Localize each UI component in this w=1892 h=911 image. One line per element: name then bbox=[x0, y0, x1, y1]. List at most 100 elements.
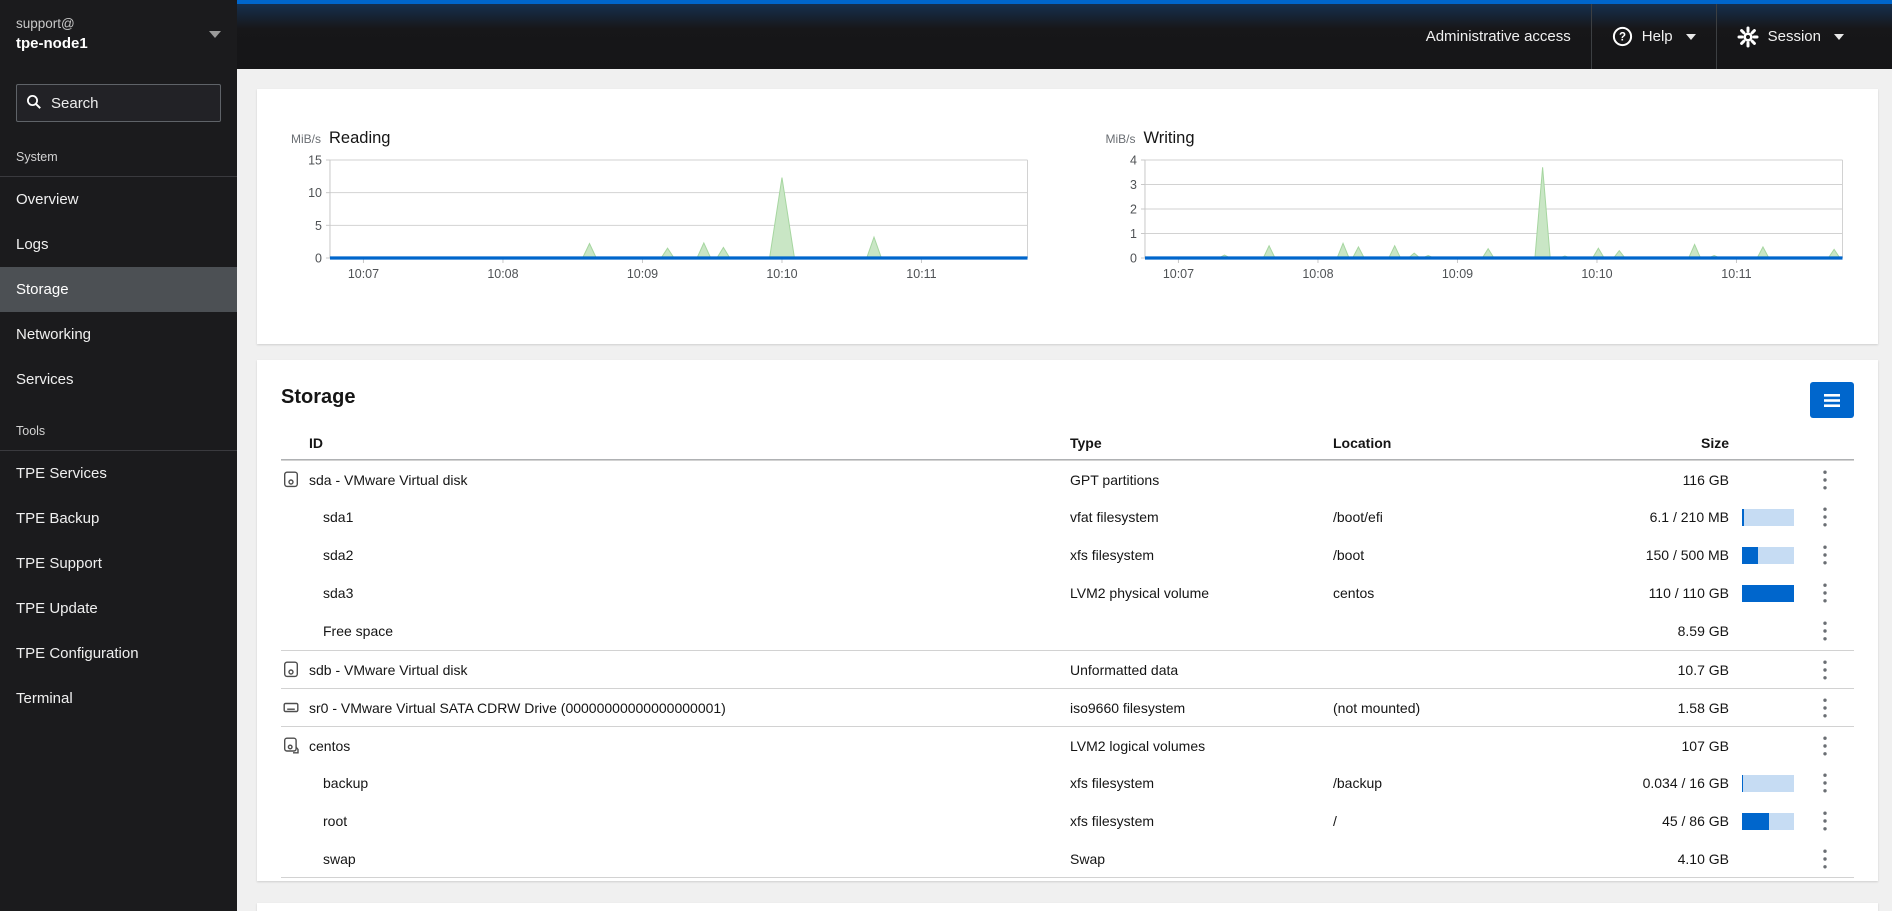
sidebar-item-tpe-support[interactable]: TPE Support bbox=[0, 541, 237, 586]
row-menu-button[interactable] bbox=[1814, 731, 1836, 761]
sidebar-item-storage[interactable]: Storage bbox=[0, 267, 237, 312]
username: support@ bbox=[16, 15, 75, 31]
sidebar-item-services[interactable]: Services bbox=[0, 357, 237, 402]
nav-section-label-system: System bbox=[0, 128, 237, 177]
chevron-down-icon bbox=[209, 31, 221, 38]
sidebar-item-overview[interactable]: Overview bbox=[0, 177, 237, 222]
sidebar-item-tpe-update[interactable]: TPE Update bbox=[0, 586, 237, 631]
host-switcher[interactable]: support@ tpe-node1 bbox=[0, 0, 237, 69]
administrative-access-button[interactable]: Administrative access bbox=[1406, 4, 1591, 69]
svg-text:1: 1 bbox=[1130, 227, 1137, 241]
masthead: Administrative access ? Help Session bbox=[237, 0, 1892, 69]
sidebar-item-tpe-services[interactable]: TPE Services bbox=[0, 451, 237, 496]
storage-row-sdb[interactable]: sdb - VMware Virtual disk Unformatted dat… bbox=[281, 650, 1854, 688]
row-size: 8.59 GB bbox=[1677, 623, 1729, 639]
row-menu-button[interactable] bbox=[1814, 465, 1836, 495]
volume-group-icon bbox=[283, 737, 299, 754]
svg-text:3: 3 bbox=[1130, 178, 1137, 192]
svg-text:10:07: 10:07 bbox=[1162, 267, 1193, 281]
storage-table-body: sda - VMware Virtual disk GPT partitions 1… bbox=[281, 460, 1854, 878]
host-switcher-text: support@ tpe-node1 bbox=[16, 14, 88, 55]
usage-bar bbox=[1742, 546, 1794, 564]
row-size: 4.10 GB bbox=[1677, 850, 1729, 867]
row-menu-button[interactable] bbox=[1814, 844, 1836, 874]
svg-text:10:09: 10:09 bbox=[627, 267, 658, 281]
row-type: xfs filesystem bbox=[1070, 775, 1155, 791]
svg-text:10:09: 10:09 bbox=[1441, 267, 1472, 281]
sidebar-item-networking[interactable]: Networking bbox=[0, 312, 237, 357]
row-type: vfat filesystem bbox=[1070, 509, 1159, 525]
storage-row-sda1[interactable]: sda1 vfat filesystem/boot/efi 6.1 / 210 MB bbox=[281, 498, 1854, 536]
svg-text:0: 0 bbox=[1130, 251, 1137, 265]
row-menu-button[interactable] bbox=[1814, 768, 1836, 798]
row-size: 0.034 / 16 GB bbox=[1642, 775, 1729, 791]
svg-text:0: 0 bbox=[315, 251, 322, 265]
row-menu-button[interactable] bbox=[1814, 540, 1836, 570]
sidebar: support@ tpe-node1 SystemOverviewLogsSto… bbox=[0, 0, 237, 911]
help-menu-button[interactable]: ? Help bbox=[1592, 4, 1716, 69]
storage-row-sda2[interactable]: sda2 xfs filesystem/boot 150 / 500 MB bbox=[281, 536, 1854, 574]
row-location: /boot/efi bbox=[1333, 509, 1383, 525]
storage-row-swap[interactable]: swap Swap 4.10 GB bbox=[281, 840, 1854, 878]
column-header-type: Type bbox=[1070, 434, 1102, 451]
session-menu-button[interactable]: Session bbox=[1717, 4, 1864, 69]
writing-chart-title: Writing bbox=[1143, 129, 1195, 147]
row-type: GPT partitions bbox=[1070, 471, 1160, 488]
search-icon bbox=[27, 95, 41, 109]
row-id-label: swap bbox=[323, 850, 356, 867]
svg-text:10:08: 10:08 bbox=[487, 267, 518, 281]
row-size: 6.1 / 210 MB bbox=[1649, 509, 1729, 525]
next-panel-peek bbox=[257, 903, 1878, 911]
row-location: / bbox=[1333, 813, 1337, 829]
row-menu-button[interactable] bbox=[1814, 616, 1836, 646]
row-size: 116 GB bbox=[1682, 471, 1729, 488]
sidebar-item-tpe-backup[interactable]: TPE Backup bbox=[0, 496, 237, 541]
svg-text:15: 15 bbox=[308, 154, 322, 168]
row-menu-button[interactable] bbox=[1814, 693, 1836, 723]
row-type: Swap bbox=[1070, 850, 1106, 867]
storage-row-free-space[interactable]: Free space 8.59 GB bbox=[281, 612, 1854, 650]
hamburger-icon bbox=[1824, 393, 1840, 407]
svg-text:10:10: 10:10 bbox=[1581, 267, 1612, 281]
chevron-down-icon bbox=[1834, 33, 1844, 40]
row-id-label: sda3 bbox=[323, 585, 354, 601]
row-id-label: sr0 - VMware Virtual SATA CDRW Drive (00… bbox=[309, 699, 726, 716]
storage-row-sda[interactable]: sda - VMware Virtual disk GPT partitions 1… bbox=[281, 460, 1854, 498]
sidebar-item-logs[interactable]: Logs bbox=[0, 222, 237, 267]
storage-row-backup[interactable]: backup xfs filesystem/backup 0.034 / 16 GB bbox=[281, 764, 1854, 802]
row-size: 110 / 110 GB bbox=[1648, 585, 1729, 601]
search-input[interactable] bbox=[16, 84, 221, 122]
storage-panel: Storage ID Type Location Size sda - VMwa… bbox=[257, 360, 1878, 881]
storage-row-sr0[interactable]: sr0 - VMware Virtual SATA CDRW Drive (00… bbox=[281, 688, 1854, 726]
row-size: 107 GB bbox=[1681, 737, 1729, 754]
storage-row-root[interactable]: root xfs filesystem / 45 / 86 GB bbox=[281, 802, 1854, 840]
writing-chart-plot: 0 1 2 3 4 10:07 10:08 10:09 10:10 10:11 bbox=[1130, 154, 1843, 281]
row-id-label: Free space bbox=[323, 623, 394, 639]
storage-row-sda3[interactable]: sda3 LVM2 physical volume centos 110 / 110 … bbox=[281, 574, 1854, 612]
row-type: LVM2 logical volumes bbox=[1070, 737, 1206, 754]
sidebar-item-terminal[interactable]: Terminal bbox=[0, 676, 237, 721]
storage-row-centos[interactable]: centos LVM2 logical volumes 107 GB bbox=[281, 726, 1854, 764]
cdrom-icon bbox=[283, 699, 299, 716]
svg-text:10:08: 10:08 bbox=[1302, 267, 1333, 281]
disk-io-charts-panel: MiB/s Reading 0 5 10 15 10:07 10:08 10:09 10:10… bbox=[257, 89, 1878, 344]
row-menu-button[interactable] bbox=[1814, 502, 1836, 532]
row-location: (not mounted) bbox=[1333, 699, 1421, 716]
usage-bar bbox=[1742, 812, 1794, 830]
row-menu-button[interactable] bbox=[1814, 806, 1836, 836]
sidebar-item-tpe-configuration[interactable]: TPE Configuration bbox=[0, 631, 237, 676]
storage-menu-button[interactable] bbox=[1810, 382, 1854, 418]
svg-text:4: 4 bbox=[1130, 154, 1137, 168]
svg-text:10:07: 10:07 bbox=[348, 267, 379, 281]
row-menu-button[interactable] bbox=[1814, 578, 1836, 608]
storage-table-header: ID Type Location Size bbox=[281, 434, 1854, 460]
row-id-label: centos bbox=[309, 737, 351, 754]
row-size: 1.58 GB bbox=[1677, 699, 1729, 716]
svg-text:10:11: 10:11 bbox=[1721, 267, 1751, 281]
writing-chart-unit: MiB/s bbox=[1105, 132, 1136, 146]
disk-icon bbox=[283, 661, 299, 678]
sidebar-nav: System Overview Logs Storage Networking Servi… bbox=[0, 128, 237, 721]
row-menu-button[interactable] bbox=[1814, 655, 1836, 685]
column-header-size: Size bbox=[1700, 434, 1729, 451]
svg-text:5: 5 bbox=[315, 219, 322, 233]
